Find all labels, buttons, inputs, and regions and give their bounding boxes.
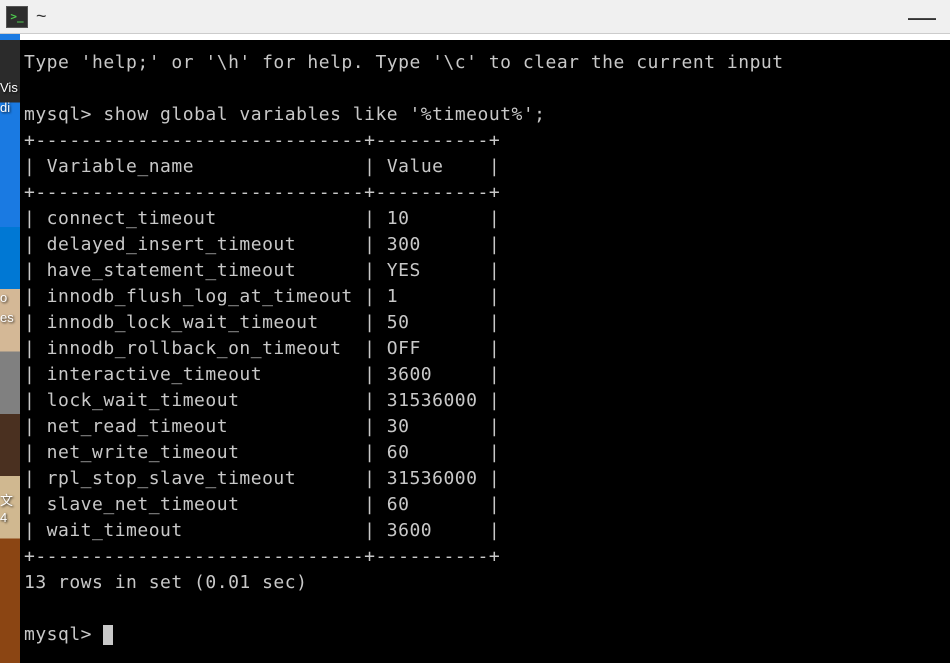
mysql-prompt: mysql> <box>24 104 92 125</box>
sql-command: show global variables like '%timeout%'; <box>103 104 545 125</box>
desktop-text: es <box>0 310 14 325</box>
window-title: ~ <box>36 6 47 27</box>
terminal-app-icon: >_ <box>6 6 28 28</box>
cursor <box>103 625 113 645</box>
minimize-button[interactable]: — <box>900 1 944 33</box>
desktop-text: Vis <box>0 80 18 95</box>
desktop-text: di <box>0 100 10 115</box>
terminal-content[interactable]: Type 'help;' or '\h' for help. Type '\c'… <box>20 40 950 663</box>
desktop-edge <box>0 40 20 663</box>
help-line: Type 'help;' or '\h' for help. Type '\c'… <box>24 52 784 73</box>
table-header-row: | <box>24 156 47 177</box>
table-border: +-----------------------------+---------… <box>24 546 500 567</box>
table-border: +-----------------------------+---------… <box>24 182 500 203</box>
result-summary: 13 rows in set (0.01 sec) <box>24 572 307 593</box>
table-header-col1: Variable_name <box>47 156 194 177</box>
table-border: +-----------------------------+---------… <box>24 130 500 151</box>
titlebar-controls: — <box>900 1 944 33</box>
desktop-text: 文 <box>0 490 13 509</box>
desktop-text: o <box>0 290 7 305</box>
table-header-col2: Value <box>387 156 444 177</box>
desktop-text: 4 <box>0 510 7 525</box>
table-rows-container: | connect_timeout | 10 | | delayed_inser… <box>24 206 950 544</box>
prompt-icon: >_ <box>10 10 23 23</box>
mysql-prompt: mysql> <box>24 624 92 645</box>
table-header-pad: | <box>444 156 501 177</box>
window-titlebar[interactable]: >_ ~ — <box>0 0 950 34</box>
table-header-pad: | <box>194 156 387 177</box>
